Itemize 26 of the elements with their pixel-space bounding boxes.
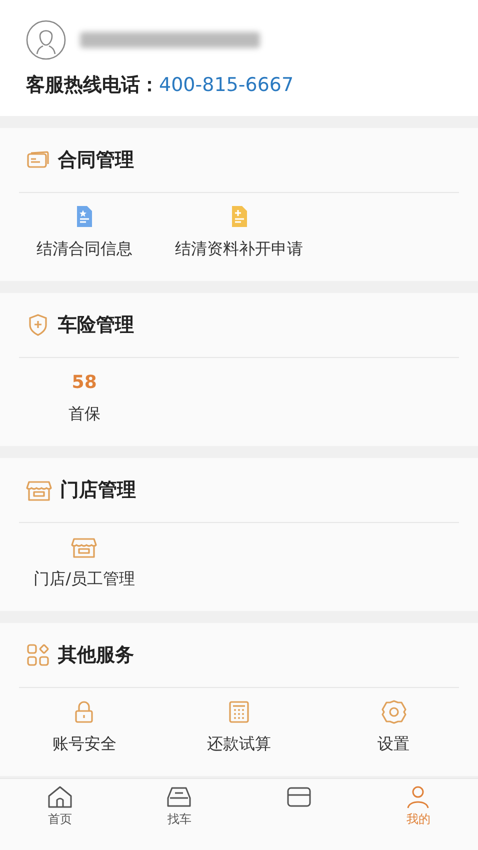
menu-item-label[interactable]: 结清资料补开申请 — [174, 239, 303, 260]
menu-item-label[interactable]: 门店/员工管理 — [34, 569, 136, 590]
section-title: 车险管理 — [58, 313, 134, 338]
menu-item-label[interactable]: 账号安全 — [52, 734, 116, 755]
menu-item-label[interactable]: 结清合同信息 — [36, 239, 132, 260]
section-title: 门店管理 — [60, 478, 136, 503]
tray-icon — [286, 785, 312, 809]
store-icon — [26, 478, 52, 502]
tab-item[interactable]: 找车 — [120, 779, 239, 850]
tab-item[interactable]: 首页 — [0, 779, 120, 850]
avatar-icon — [26, 20, 66, 60]
section-title: 其他服务 — [58, 643, 134, 668]
store-icon[interactable] — [71, 535, 98, 559]
person-icon — [405, 785, 432, 809]
menu-item-label[interactable]: 还款试算 — [206, 734, 271, 755]
hotline-label: 客服热线电话： — [26, 74, 159, 96]
section-title: 合同管理 — [58, 148, 134, 173]
apps-icon — [26, 643, 50, 667]
settings-icon[interactable] — [380, 699, 407, 725]
calculator-icon[interactable] — [226, 700, 251, 724]
shield-plus-icon — [26, 313, 50, 337]
menu-item-label[interactable]: 设置 — [378, 734, 410, 755]
car-icon — [166, 785, 192, 809]
hotline-number[interactable]: 400-815-6667 — [159, 74, 294, 96]
menu-item-label[interactable]: 首保 — [68, 404, 100, 425]
home-icon — [46, 785, 73, 809]
